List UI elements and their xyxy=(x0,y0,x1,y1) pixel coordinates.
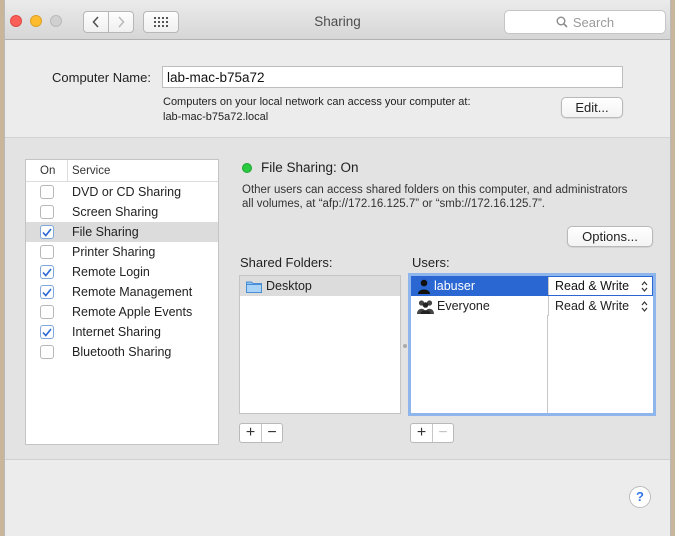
column-header-on[interactable]: On xyxy=(26,160,68,181)
shared-folders-label: Shared Folders: xyxy=(240,255,333,270)
service-label: Remote Apple Events xyxy=(72,305,193,319)
service-label: Printer Sharing xyxy=(72,245,156,259)
checkmark-icon xyxy=(42,288,52,297)
service-checkbox[interactable] xyxy=(40,185,54,199)
status-text: File Sharing: On xyxy=(261,160,359,175)
checkmark-icon xyxy=(42,228,52,237)
service-label: DVD or CD Sharing xyxy=(72,185,182,199)
service-label: File Sharing xyxy=(72,225,139,239)
service-row[interactable]: Screen Sharing xyxy=(26,202,218,222)
service-row[interactable]: Remote Management xyxy=(26,282,218,302)
search-placeholder: Search xyxy=(572,14,615,30)
users-add-remove: + − xyxy=(410,423,454,443)
status-description: Other users can access shared folders on… xyxy=(242,183,652,211)
user-icon xyxy=(418,279,430,294)
service-checkbox[interactable] xyxy=(40,325,54,339)
users-label: Users: xyxy=(412,255,450,270)
service-checkbox[interactable] xyxy=(40,345,54,359)
user-name: labuser xyxy=(434,279,475,293)
service-label: Remote Management xyxy=(72,285,193,299)
service-checkbox[interactable] xyxy=(40,265,54,279)
user-name-cell: labuser xyxy=(411,279,548,294)
stepper-arrows-icon xyxy=(641,300,648,312)
shared-folders-list: Desktop xyxy=(239,275,401,414)
service-row[interactable]: File Sharing xyxy=(26,222,218,242)
edit-button[interactable]: Edit... xyxy=(561,97,623,118)
search-icon xyxy=(556,16,568,28)
service-label: Screen Sharing xyxy=(72,205,159,219)
splitter-handle[interactable] xyxy=(403,344,407,348)
add-user-button[interactable]: + xyxy=(411,424,432,442)
permission-select[interactable]: Read & Write xyxy=(548,277,652,295)
local-hostname: lab-mac-b75a72.local xyxy=(163,111,269,123)
permission-select[interactable]: Read & Write xyxy=(548,296,652,316)
checkmark-icon xyxy=(42,328,52,337)
service-checkbox[interactable] xyxy=(40,305,54,319)
permission-value: Read & Write xyxy=(555,299,630,313)
service-list: On Service DVD or CD Sharing Screen Shari… xyxy=(25,159,219,445)
stepper-arrows-icon xyxy=(641,280,648,292)
search-field[interactable]: Search xyxy=(504,10,666,34)
service-checkbox[interactable] xyxy=(40,285,54,299)
options-button[interactable]: Options... xyxy=(567,226,653,247)
column-header-service[interactable]: Service xyxy=(68,165,110,177)
user-row[interactable]: Everyone Read & Write xyxy=(411,296,653,316)
service-label: Bluetooth Sharing xyxy=(72,345,172,359)
shared-folder-name: Desktop xyxy=(266,279,312,293)
service-row[interactable]: Remote Login xyxy=(26,262,218,282)
service-row[interactable]: Internet Sharing xyxy=(26,322,218,342)
service-row[interactable]: Printer Sharing xyxy=(26,242,218,262)
service-label: Remote Login xyxy=(72,265,150,279)
remove-user-button[interactable]: − xyxy=(432,424,453,442)
sharing-window: Sharing Search Computer Name: Computers … xyxy=(4,0,671,536)
service-checkbox[interactable] xyxy=(40,205,54,219)
user-name-cell: Everyone xyxy=(411,299,548,314)
shared-folder-row[interactable]: Desktop xyxy=(240,276,400,296)
address-info-line: Computers on your local network can acce… xyxy=(163,96,471,108)
computer-name-input[interactable] xyxy=(162,66,623,88)
add-folder-button[interactable]: + xyxy=(240,424,261,442)
description-line: Other users can access shared folders on… xyxy=(242,184,628,196)
column-divider xyxy=(547,315,548,413)
computer-name-label: Computer Name: xyxy=(52,70,151,85)
folder-icon xyxy=(246,281,262,293)
service-row[interactable]: Bluetooth Sharing xyxy=(26,342,218,362)
users-list: labuser Read & Write Everyone Read & Wri… xyxy=(408,273,656,416)
service-checkbox[interactable] xyxy=(40,245,54,259)
service-label: Internet Sharing xyxy=(72,325,161,339)
status-indicator xyxy=(242,163,252,173)
service-row[interactable]: Remote Apple Events xyxy=(26,302,218,322)
description-line: all volumes, at “afp://172.16.125.7” or … xyxy=(242,198,546,210)
service-checkbox[interactable] xyxy=(40,225,54,239)
title-bar: Sharing Search xyxy=(5,0,670,40)
computer-address-info: Computers on your local network can acce… xyxy=(163,95,471,125)
user-row[interactable]: labuser Read & Write xyxy=(411,276,653,296)
group-icon xyxy=(417,299,434,314)
checkmark-icon xyxy=(42,268,52,277)
remove-folder-button[interactable]: − xyxy=(261,424,282,442)
user-name: Everyone xyxy=(437,299,490,313)
service-list-header: On Service xyxy=(26,160,218,182)
service-row[interactable]: DVD or CD Sharing xyxy=(26,182,218,202)
help-button[interactable]: ? xyxy=(629,486,651,508)
shared-folders-add-remove: + − xyxy=(239,423,283,443)
permission-value: Read & Write xyxy=(555,279,630,293)
